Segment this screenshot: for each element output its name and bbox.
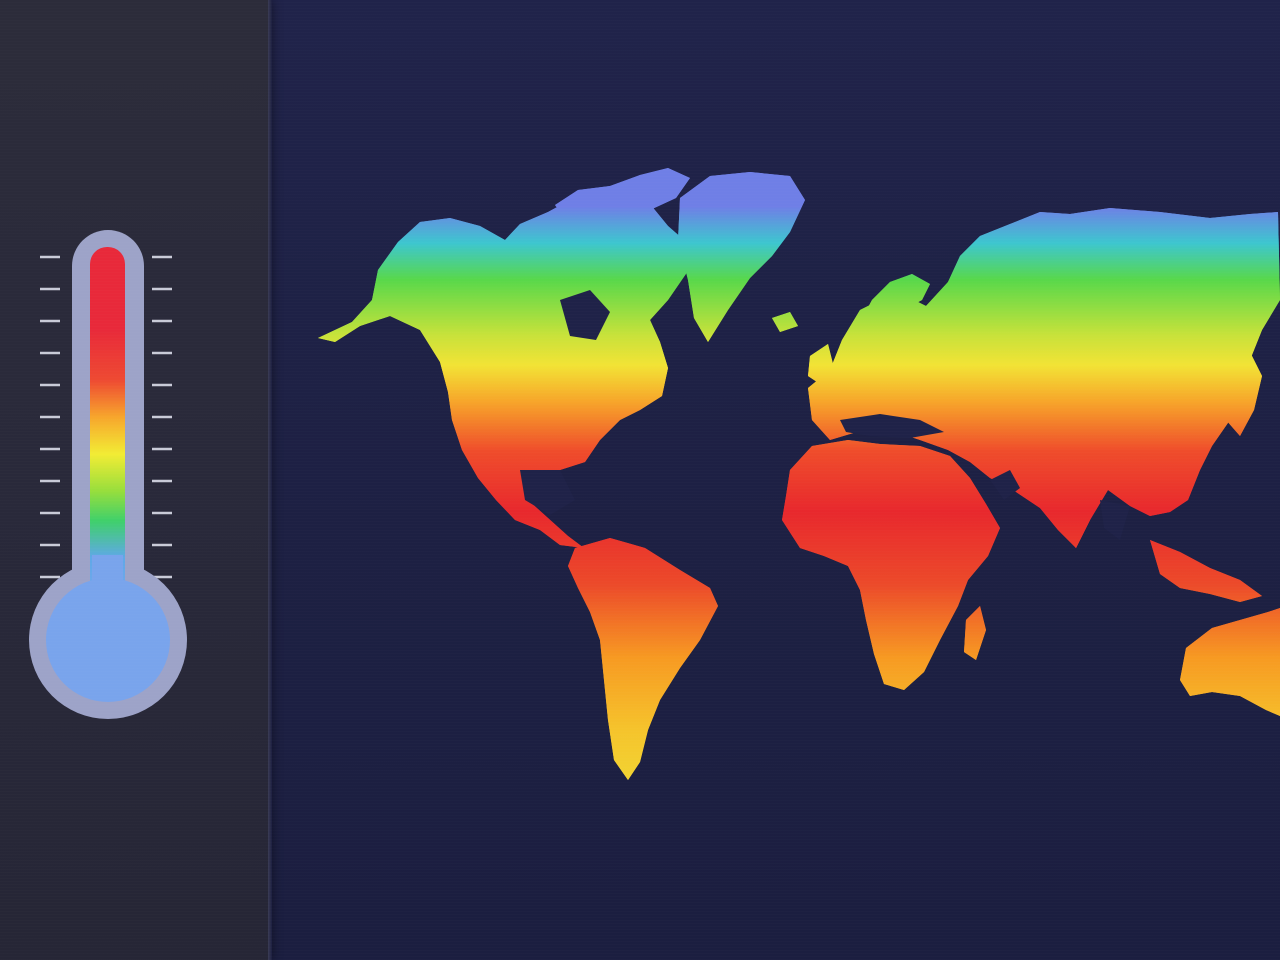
bay-of-bengal xyxy=(1100,500,1130,540)
screen xyxy=(0,0,1280,960)
world-map xyxy=(272,0,1280,960)
thermometer-ticks-left xyxy=(40,255,60,579)
thermometer-icon xyxy=(29,230,187,719)
world-map-icon xyxy=(318,168,1280,780)
thermometer-ticks-right xyxy=(152,255,172,579)
side-panel xyxy=(0,0,268,960)
triangle-mosaic xyxy=(318,168,1280,780)
